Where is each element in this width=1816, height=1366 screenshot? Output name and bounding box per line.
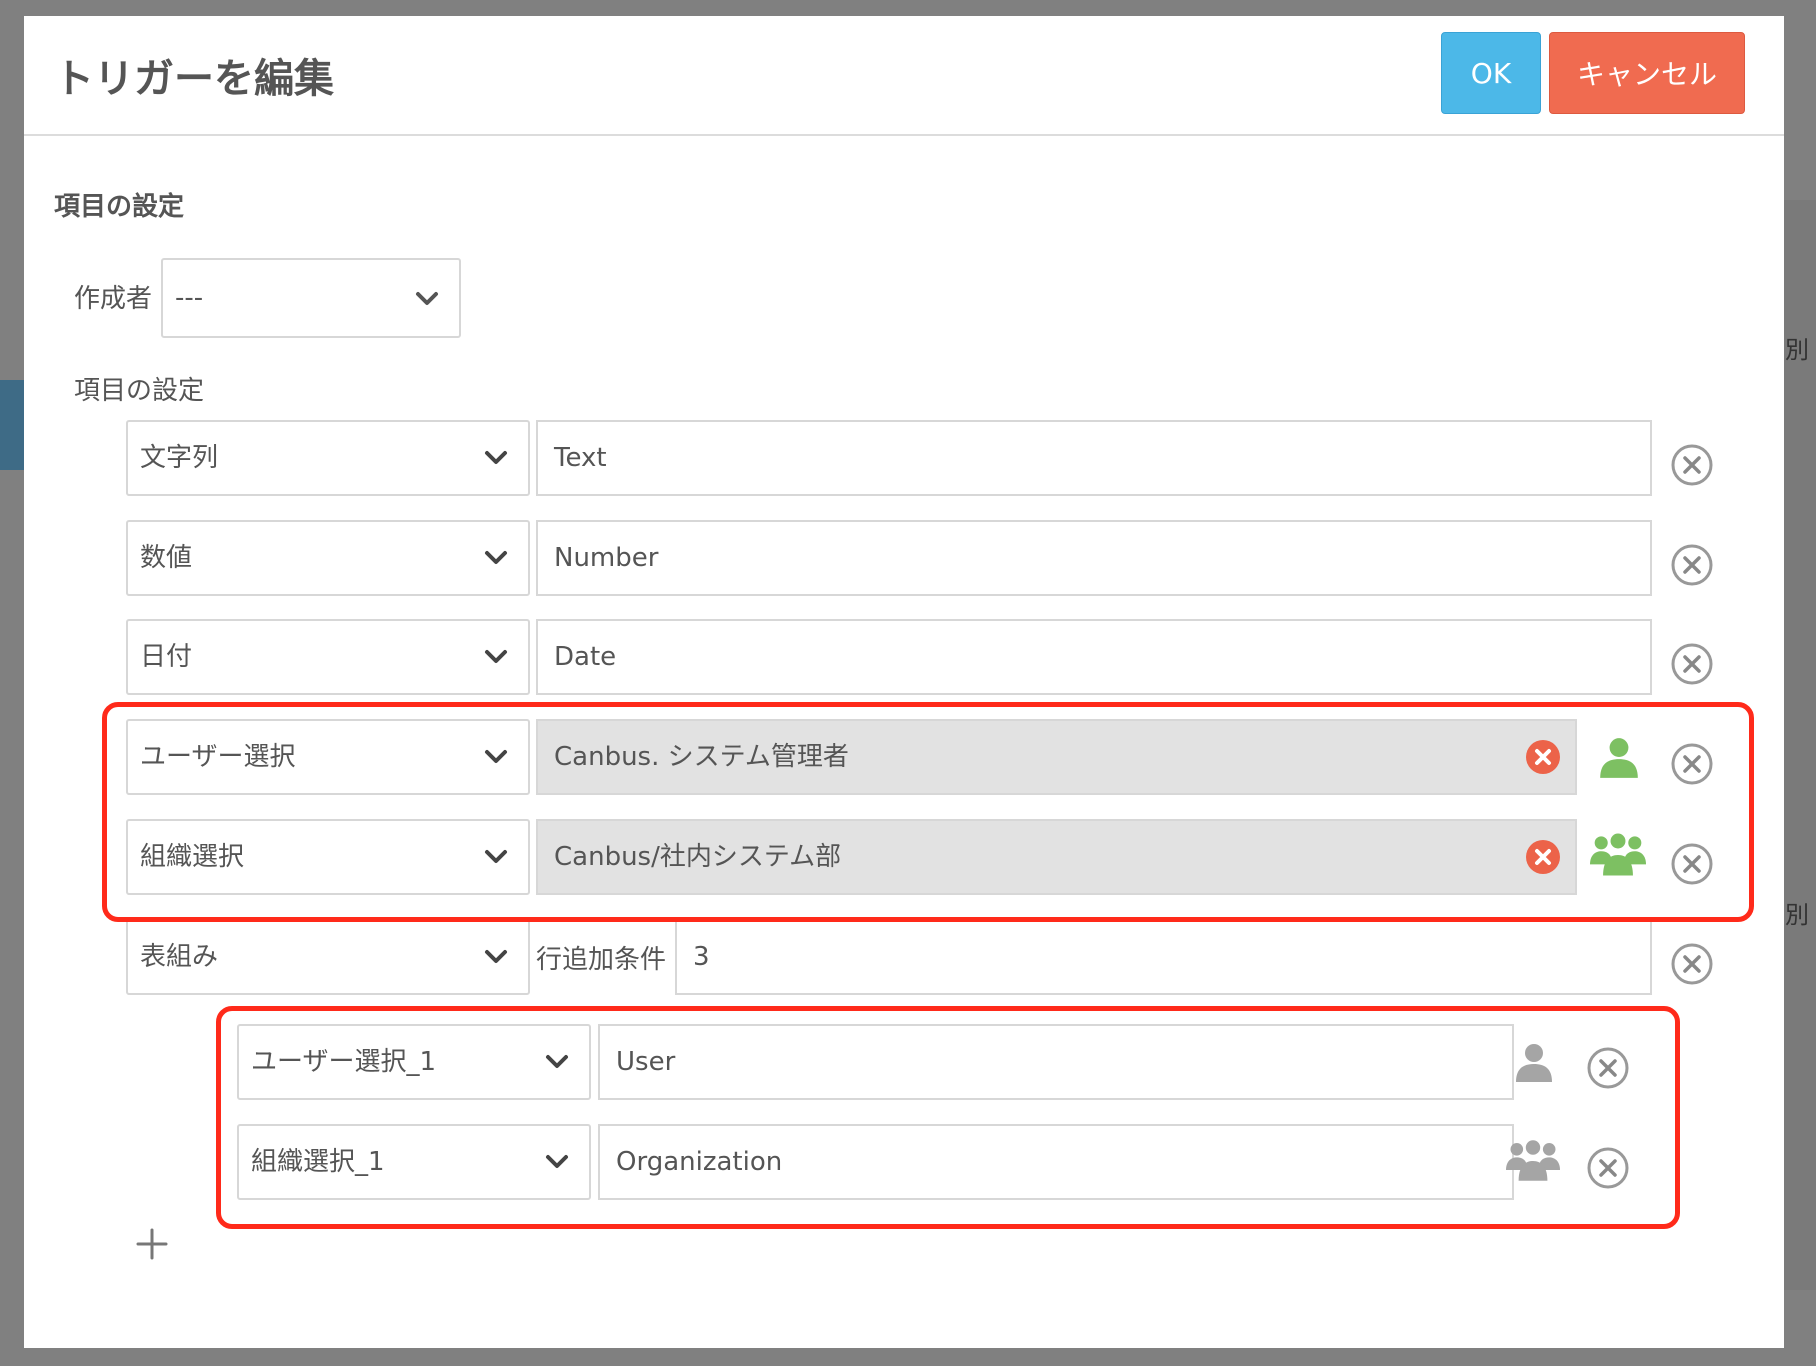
field-type-select[interactable]: 日付 <box>126 619 530 695</box>
chevron-down-icon <box>416 292 438 305</box>
remove-row-icon[interactable] <box>1670 942 1714 986</box>
row-add-condition-label: 行追加条件 <box>536 945 667 975</box>
chevron-down-icon <box>485 650 507 663</box>
field-name-input[interactable]: Date <box>536 619 1652 695</box>
chevron-down-icon <box>485 551 507 564</box>
chevron-down-icon <box>485 451 507 464</box>
field-type-value: 表組み <box>140 942 219 972</box>
field-name-input[interactable]: Text <box>536 420 1652 496</box>
chevron-down-icon <box>485 950 507 963</box>
row-add-condition-input[interactable]: 3 <box>675 919 1652 995</box>
field-name-input[interactable]: Number <box>536 520 1652 596</box>
dialog-title: トリガーを編集 <box>54 56 334 102</box>
field-type-select[interactable]: 文字列 <box>126 420 530 496</box>
items-label: 項目の設定 <box>74 376 205 406</box>
creator-select[interactable]: --- <box>161 258 461 338</box>
creator-label: 作成者 <box>74 284 153 314</box>
background-text: 別 <box>1785 336 1809 364</box>
add-row-icon[interactable] <box>134 1226 170 1262</box>
field-type-select[interactable]: 表組み <box>126 919 530 995</box>
field-name-value: Date <box>554 642 617 672</box>
ok-button[interactable]: OK <box>1441 32 1541 114</box>
creator-select-value: --- <box>175 283 204 313</box>
dialog-header: トリガーを編集 OK キャンセル <box>24 16 1784 136</box>
remove-row-icon[interactable] <box>1670 543 1714 587</box>
field-type-select[interactable]: 数値 <box>126 520 530 596</box>
annotation-highlight <box>216 1006 1680 1229</box>
field-type-value: 文字列 <box>140 443 219 473</box>
background-text: 別 <box>1785 901 1809 929</box>
field-type-value: 数値 <box>140 543 193 573</box>
remove-row-icon[interactable] <box>1670 443 1714 487</box>
field-type-value: 日付 <box>140 642 193 672</box>
field-name-value: Text <box>554 443 607 473</box>
annotation-highlight <box>102 702 1754 922</box>
backdrop-left-tab <box>0 380 24 470</box>
field-name-value: Number <box>554 543 659 573</box>
edit-trigger-dialog: トリガーを編集 OK キャンセル 項目の設定 作成者 --- 項目の設定 文字列… <box>24 16 1784 1348</box>
cancel-button[interactable]: キャンセル <box>1549 32 1745 114</box>
remove-row-icon[interactable] <box>1670 642 1714 686</box>
section-title: 項目の設定 <box>54 192 185 222</box>
row-add-condition-value: 3 <box>693 942 710 972</box>
